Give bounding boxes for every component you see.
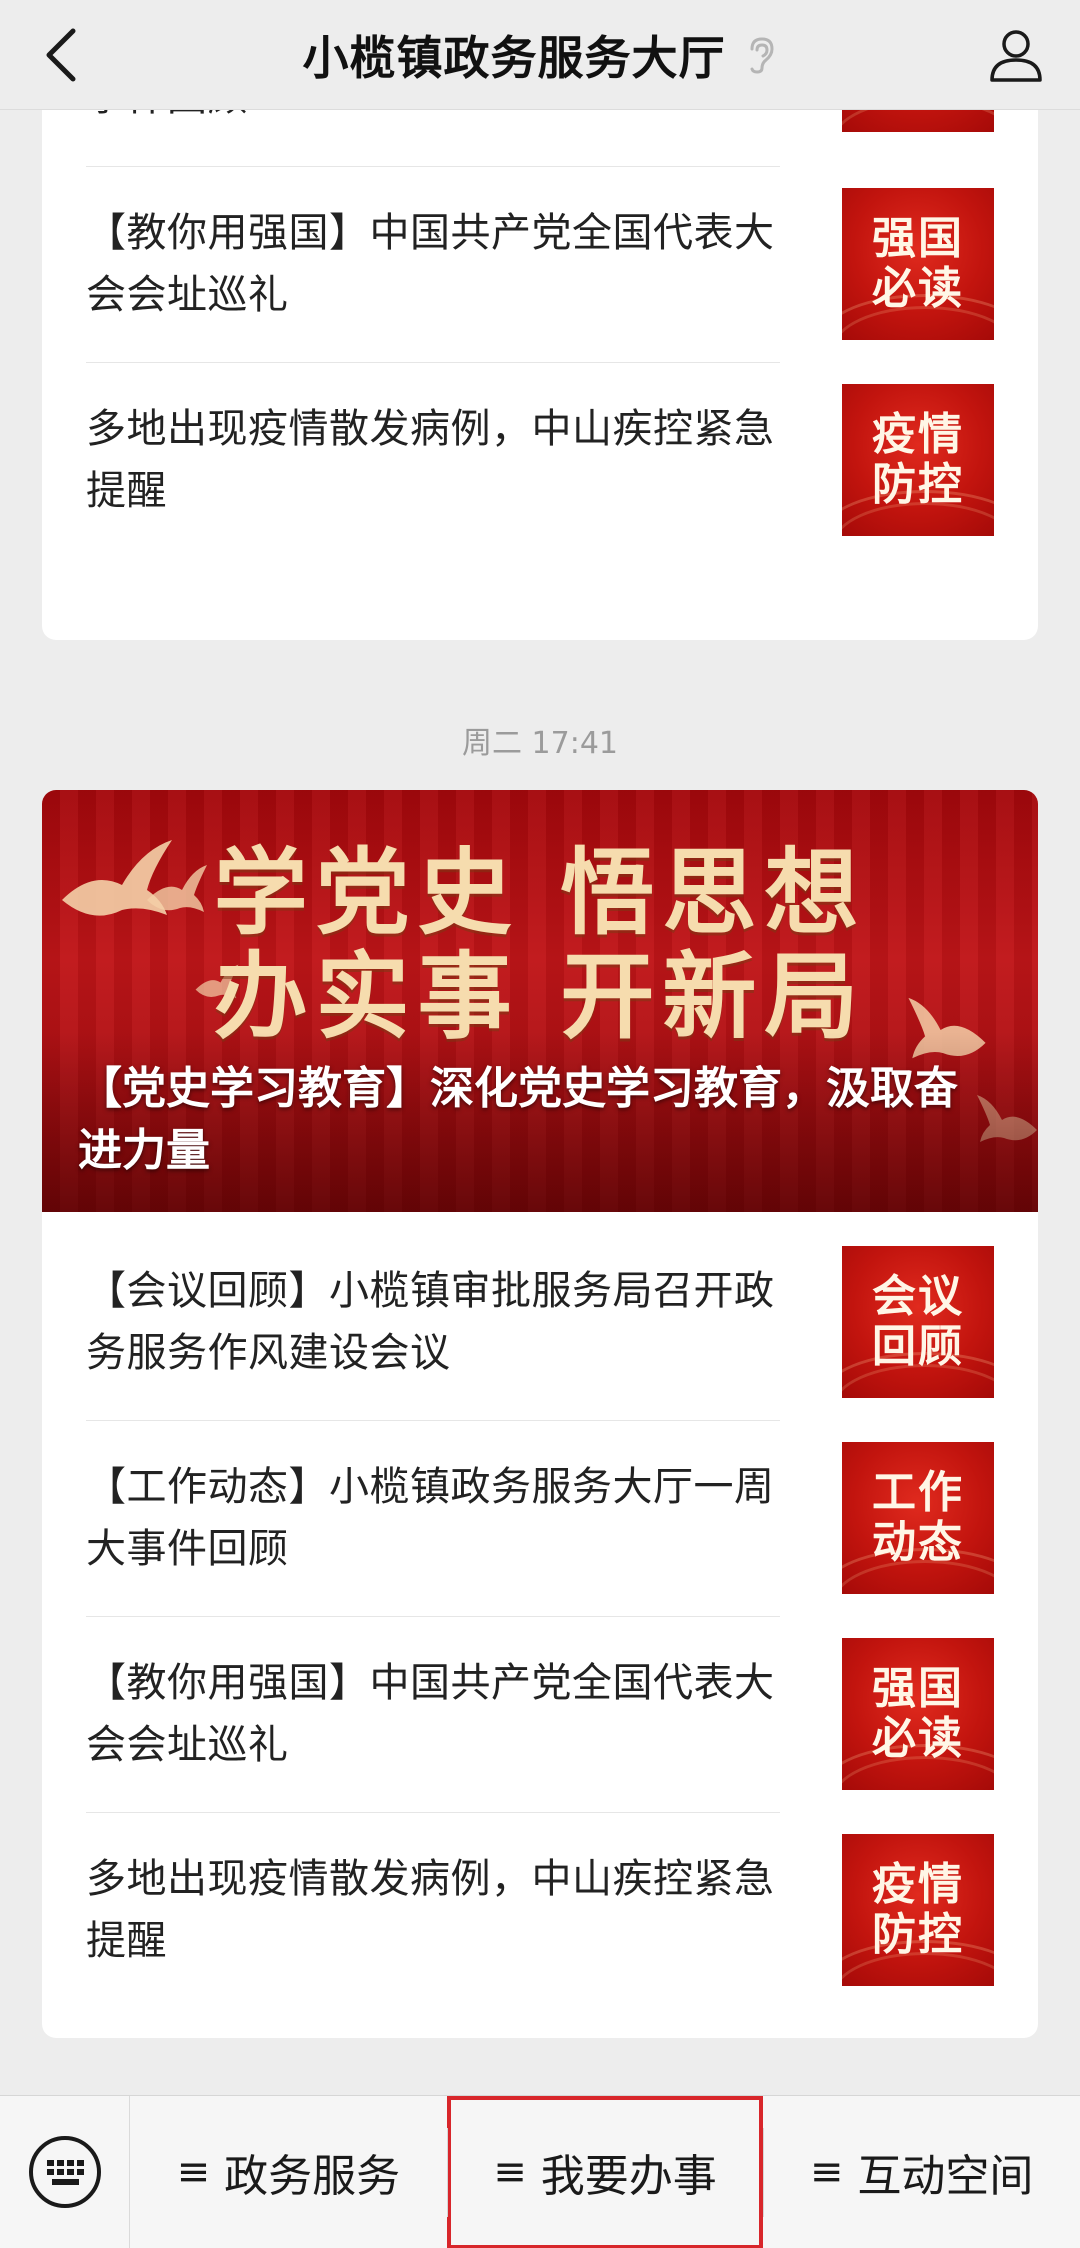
back-button[interactable] bbox=[28, 22, 94, 88]
menu-label: 我要办事 bbox=[540, 2151, 717, 2202]
chevron-left-icon bbox=[46, 28, 76, 82]
thumb-text-line2: 必读 bbox=[872, 1713, 964, 1764]
menu-lines-icon: ≡ bbox=[493, 2149, 527, 2195]
menu-label: 互动空间 bbox=[857, 2151, 1034, 2202]
keyboard-icon bbox=[28, 2136, 101, 2208]
menu-interactive-space[interactable]: ≡ 互动空间 bbox=[763, 2096, 1080, 2248]
menu-label: 政务服务 bbox=[224, 2151, 401, 2202]
item-title: 多地出现疫情散发病例，中山疾控紧急提醒 bbox=[86, 406, 775, 514]
thumb-text-line2: 回顾 bbox=[872, 1321, 964, 1372]
top-bar: 小榄镇政务服务大厅 bbox=[0, 0, 1080, 110]
item-thumbnail: 会议 回顾 bbox=[842, 1246, 994, 1398]
thumb-text-line2: 防控 bbox=[872, 1909, 964, 1960]
item-title: 【教你用强国】中国共产党全国代表大会会址巡礼 bbox=[86, 1660, 775, 1768]
ear-icon bbox=[750, 36, 774, 74]
thumb-text-line1: 会议 bbox=[872, 1271, 964, 1322]
list-item[interactable]: 【教你用强国】中国共产党全国代表大会会址巡礼 强国 必读 bbox=[86, 1616, 994, 1812]
thumb-text-line2: 动态 bbox=[872, 1517, 964, 1568]
banner-article-title: 【党史学习教育】深化党史学习教育，汲取奋进力量 bbox=[78, 1063, 958, 1176]
keyboard-toggle-button[interactable] bbox=[0, 2095, 130, 2248]
menu-lines-icon: ≡ bbox=[809, 2149, 844, 2195]
article-list: 【会议回顾】小榄镇审批服务局召开政务服务作风建设会议 会议 回顾 【工作动态】小… bbox=[42, 1212, 1038, 2008]
item-thumbnail: 疫情 防控 bbox=[842, 384, 994, 536]
message-timestamp: 周二 17:41 bbox=[462, 726, 618, 761]
thumb-text-line2: 必读 bbox=[872, 263, 964, 314]
list-item[interactable]: 【工作动态】小榄镇政务服务大厅一周大事件回顾 工作 动态 bbox=[86, 1420, 994, 1616]
thumb-text-line1: 强国 bbox=[872, 213, 964, 264]
list-item[interactable]: 【会议回顾】小榄镇审批服务局召开政务服务作风建设会议 会议 回顾 bbox=[86, 1224, 994, 1420]
item-thumbnail: 工作 动态 bbox=[842, 1442, 994, 1594]
menu-handle-affairs[interactable]: ≡ 我要办事 bbox=[446, 2095, 764, 2248]
menu-lines-icon: ≡ bbox=[176, 2149, 211, 2195]
title-area: 小榄镇政务服务大厅 bbox=[303, 22, 778, 88]
item-title: 【工作动态】小榄镇政务服务大厅一周大事件回顾 bbox=[86, 1464, 775, 1572]
item-title: 【教你用强国】中国共产党全国代表大会会址巡礼 bbox=[86, 210, 775, 318]
item-title: 【会议回顾】小榄镇审批服务局召开政务服务作风建设会议 bbox=[86, 1268, 775, 1376]
bottom-menu: ≡ 政务服务 ≡ 我要办事 ≡ 互动空间 bbox=[0, 2095, 1080, 2248]
list-item[interactable]: 多地出现疫情散发病例，中山疾控紧急提醒 疫情 防控 bbox=[86, 362, 994, 558]
user-icon bbox=[990, 30, 1042, 82]
thumb-text-line2: 防控 bbox=[872, 459, 964, 510]
thumb-text-line1: 强国 bbox=[872, 1663, 964, 1714]
item-thumbnail: 强国 必读 bbox=[842, 188, 994, 340]
banner-slogan: 学党史 悟思想 办实事 开新局 bbox=[42, 842, 1038, 1050]
thumb-text-line1: 疫情 bbox=[872, 409, 964, 460]
chat-screen: 事件回顾 工作 动态 【教你用强国】中国共产党全国代表大会会址巡礼 强国 必读 … bbox=[0, 0, 1080, 2248]
item-title: 多地出现疫情散发病例，中山疾控紧急提醒 bbox=[86, 1856, 775, 1964]
menu-government-services[interactable]: ≡ 政务服务 bbox=[130, 2096, 447, 2248]
list-item[interactable]: 【教你用强国】中国共产党全国代表大会会址巡礼 强国 必读 bbox=[86, 166, 994, 362]
article-card: 学党史 悟思想 办实事 开新局 【党史学习教育】深化党史学习教育，汲取奋进力量 … bbox=[42, 790, 1038, 2038]
profile-button[interactable] bbox=[980, 18, 1052, 90]
message-area[interactable]: 事件回顾 工作 动态 【教你用强国】中国共产党全国代表大会会址巡礼 强国 必读 … bbox=[0, 0, 1080, 2095]
slogan-line1: 学党史 悟思想 bbox=[213, 839, 867, 948]
item-thumbnail: 强国 必读 bbox=[842, 1638, 994, 1790]
list-item[interactable]: 多地出现疫情散发病例，中山疾控紧急提醒 疫情 防控 bbox=[86, 1812, 994, 2008]
article-banner[interactable]: 学党史 悟思想 办实事 开新局 【党史学习教育】深化党史学习教育，汲取奋进力量 bbox=[42, 790, 1038, 1212]
page-title: 小榄镇政务服务大厅 bbox=[302, 30, 726, 85]
thumb-text-line1: 工作 bbox=[872, 1467, 964, 1518]
thumb-text-line1: 疫情 bbox=[872, 1859, 964, 1910]
item-thumbnail: 疫情 防控 bbox=[842, 1834, 994, 1986]
